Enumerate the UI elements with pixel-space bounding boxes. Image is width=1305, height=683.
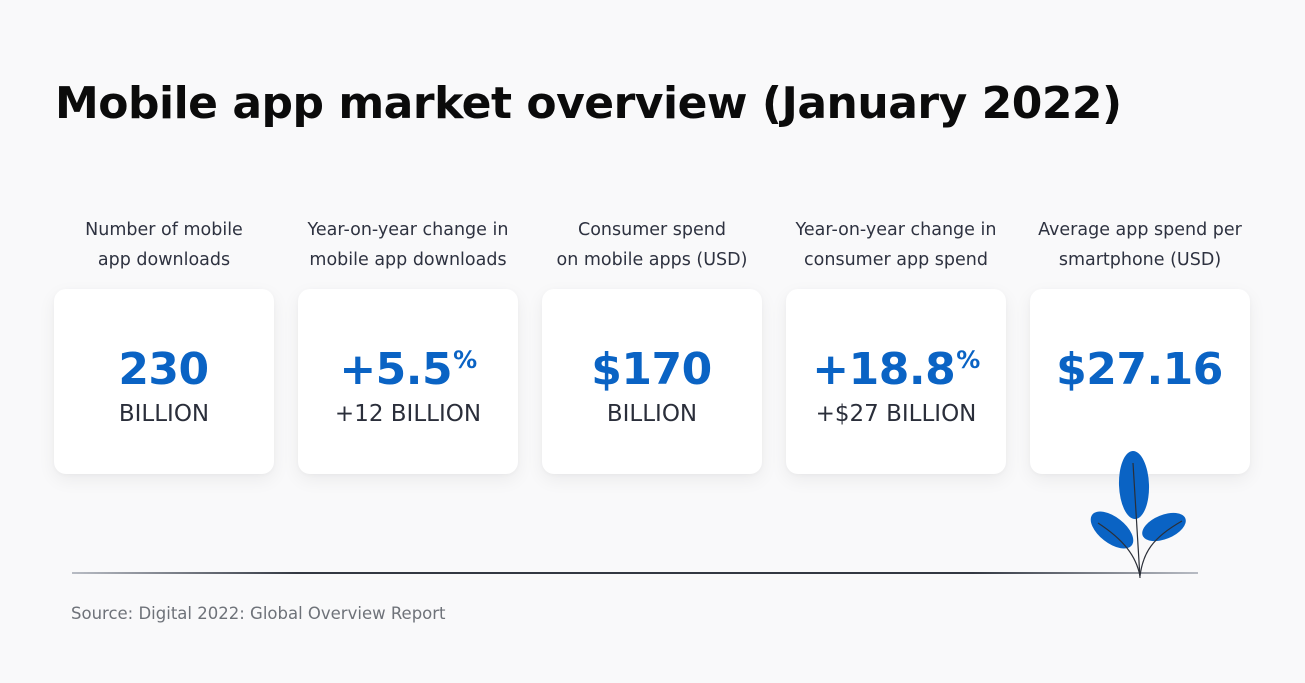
metric-value-number: +5.5 xyxy=(339,344,453,395)
metric-label: Average app spend per smartphone (USD) xyxy=(1030,215,1250,275)
metric-label-line: Year-on-year change in xyxy=(795,220,997,240)
metric-value-number: +18.8 xyxy=(812,344,956,395)
metric-subvalue: BILLION xyxy=(118,401,210,427)
metric-label-line: Consumer spend xyxy=(578,220,726,240)
metric-value: +5.5% xyxy=(298,333,518,397)
metric-consumer-spend: Consumer spend on mobile apps (USD) $170… xyxy=(542,215,762,474)
metric-subvalue: BILLION xyxy=(606,401,698,427)
metric-subvalue: +$27 BILLION xyxy=(815,401,977,427)
metric-label-line: mobile app downloads xyxy=(309,250,507,270)
metric-label-line: Year-on-year change in xyxy=(307,220,509,240)
metric-label-line: Number of mobile xyxy=(85,220,243,240)
metric-value: 230 xyxy=(54,333,274,397)
metric-card: 230 BILLION xyxy=(54,289,274,474)
metric-label: Consumer spend on mobile apps (USD) xyxy=(542,215,762,275)
metric-downloads: Number of mobile app downloads 230 BILLI… xyxy=(54,215,274,474)
metric-label-line: Average app spend per xyxy=(1038,220,1242,240)
metric-value: +18.8% xyxy=(786,333,1006,397)
plant-leaf-right xyxy=(1142,512,1186,542)
metric-value-suffix: % xyxy=(453,346,477,374)
metric-value-number: $170 xyxy=(591,344,712,395)
metric-value-suffix: % xyxy=(956,346,980,374)
ground-line-divider xyxy=(72,572,1198,574)
plant-icon xyxy=(1090,451,1186,579)
metric-label-line: app downloads xyxy=(97,250,231,270)
metric-label-line: consumer app spend xyxy=(804,250,988,270)
metric-card: +18.8% +$27 BILLION xyxy=(786,289,1006,474)
metric-label-line: on mobile apps (USD) xyxy=(556,250,748,270)
metric-card: +5.5% +12 BILLION xyxy=(298,289,518,474)
metric-value: $170 xyxy=(542,333,762,397)
metric-avg-spend: Average app spend per smartphone (USD) $… xyxy=(1030,215,1250,474)
source-note: Source: Digital 2022: Global Overview Re… xyxy=(71,604,446,623)
metric-subvalue: +12 BILLION xyxy=(334,401,482,427)
metric-label: Year-on-year change in mobile app downlo… xyxy=(298,215,518,275)
metric-spend-change: Year-on-year change in consumer app spen… xyxy=(786,215,1006,474)
metric-downloads-change: Year-on-year change in mobile app downlo… xyxy=(298,215,518,474)
metric-card: $170 BILLION xyxy=(542,289,762,474)
metric-value-number: 230 xyxy=(118,344,209,395)
page-title: Mobile app market overview (January 2022… xyxy=(55,78,1122,129)
metric-value-number: $27.16 xyxy=(1056,344,1223,395)
metric-label: Number of mobile app downloads xyxy=(54,215,274,275)
metric-value: $27.16 xyxy=(1030,333,1250,397)
metric-label-line: smartphone (USD) xyxy=(1058,250,1222,270)
metric-label: Year-on-year change in consumer app spen… xyxy=(786,215,1006,275)
metric-card: $27.16 xyxy=(1030,289,1250,474)
